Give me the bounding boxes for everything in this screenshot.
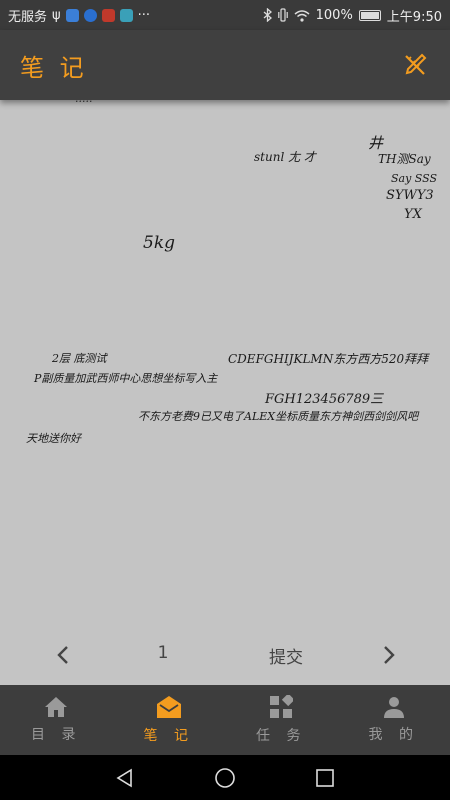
system-home-button[interactable]	[213, 766, 237, 790]
person-icon	[383, 697, 404, 718]
nav-item-profile[interactable]: 我 的	[338, 685, 450, 755]
envelope-open-icon	[156, 696, 181, 718]
app-bar: 笔 记	[0, 30, 450, 100]
handwritten-line: CDEFGHIJKLMN东方西方520拜拜	[228, 352, 429, 366]
chevron-left-icon	[57, 646, 68, 664]
pager: 1 提交	[0, 625, 450, 685]
battery-percent: 100%	[315, 7, 353, 23]
handwritten-line: TH测Say	[378, 152, 431, 166]
status-right: 100% 上午9:50	[263, 6, 442, 25]
app-notification-icon	[83, 8, 97, 22]
nav-item-notes[interactable]: 笔 记	[113, 685, 226, 755]
bluetooth-icon	[263, 8, 272, 22]
handwritten-line: FGH123456789三	[265, 392, 384, 407]
grid-icon	[270, 695, 294, 718]
home-icon	[45, 697, 68, 717]
pencil-ruler-icon	[405, 53, 427, 75]
wifi-icon	[294, 9, 310, 22]
app-notification-icon	[101, 8, 115, 22]
nav-label: 笔 记	[143, 728, 194, 744]
handwritten-line: 天地送你好	[26, 432, 81, 445]
usb-icon: ψ	[52, 7, 61, 23]
system-recents-button[interactable]	[313, 766, 337, 790]
prev-page-button[interactable]	[48, 640, 78, 670]
recents-icon	[316, 769, 334, 787]
nav-item-tasks[interactable]: 任 务	[225, 685, 338, 755]
app-notification-icon	[119, 8, 133, 22]
chevron-right-icon	[384, 646, 395, 664]
handwritten-line: YX	[404, 207, 422, 222]
home-circle-icon	[215, 768, 235, 788]
nav-label: 目 录	[31, 727, 82, 743]
handwritten-line: Say SSS	[391, 172, 438, 185]
handwritten-line-clipped: .....	[75, 100, 92, 105]
system-nav-bar	[0, 755, 450, 800]
battery-icon	[358, 9, 381, 21]
handwritten-line: 5kg	[143, 233, 175, 253]
nav-item-catalog[interactable]: 目 录	[0, 685, 113, 755]
back-icon	[116, 768, 132, 788]
handwritten-line: stunl 尢 才	[254, 150, 316, 164]
clock: 上午9:50	[386, 9, 442, 25]
system-back-button[interactable]	[113, 766, 137, 790]
handwritten-line: 2层 底测试	[52, 352, 107, 365]
bottom-nav: 目 录 笔 记 任 务 我 的	[0, 685, 450, 755]
page-title: 笔 记	[20, 53, 88, 82]
status-left: 无服务 ψ ···	[8, 6, 150, 25]
nav-label: 我 的	[368, 727, 419, 743]
edit-button[interactable]	[400, 50, 430, 80]
submit-button[interactable]: 提交	[260, 643, 312, 668]
page-number: 1	[157, 643, 169, 663]
more-notifications: ···	[137, 7, 150, 23]
handwritten-line: 不东方老费9已又电了ALEX坐标质量东方神剑西剑剑风吧	[138, 410, 419, 423]
app-notification-icon	[65, 8, 79, 22]
handwritten-line: P副质量加武西师中心思想坐标写入主	[34, 372, 218, 385]
next-page-button[interactable]	[374, 640, 404, 670]
carrier-text: 无服务	[8, 9, 48, 25]
note-canvas[interactable]: ..... stunl 尢 才 井 TH测Say Say SSS SYWY3 Y…	[0, 100, 450, 625]
status-bar: 无服务 ψ ··· 100% 上午9:50	[0, 0, 450, 30]
nav-label: 任 务	[256, 728, 307, 744]
handwritten-line: SYWY3	[386, 188, 434, 203]
vibrate-icon	[277, 8, 288, 22]
